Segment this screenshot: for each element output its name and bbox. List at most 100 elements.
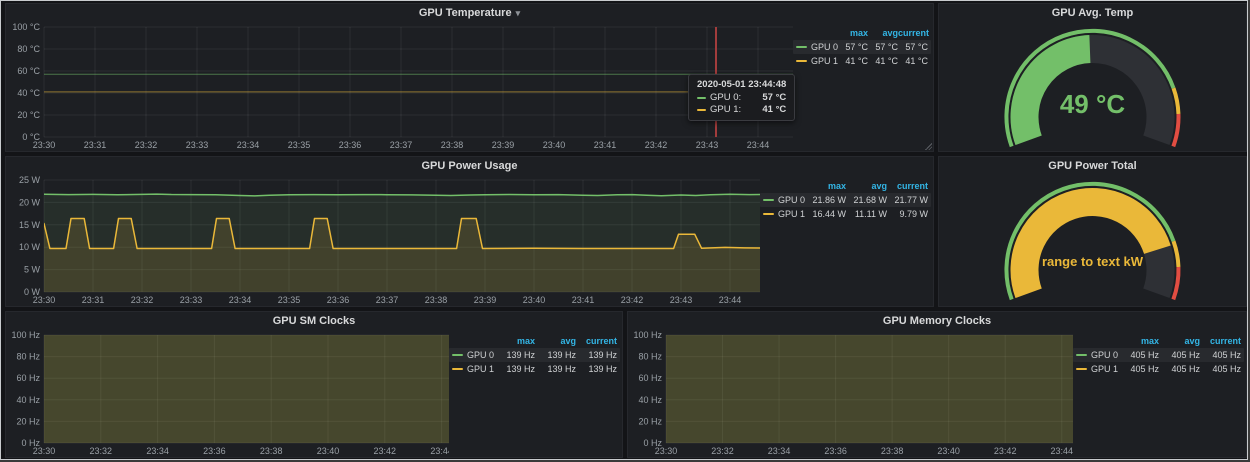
legend-value: 139 Hz xyxy=(576,364,617,374)
legend-value: 21.86 W xyxy=(805,195,846,205)
avg-temp-gauge: 49 °C xyxy=(940,20,1245,152)
panel-title-text: GPU SM Clocks xyxy=(273,315,356,327)
x-axis-labels: 23:3023:3123:3223:3323:3423:3523:3623:37… xyxy=(33,140,770,150)
svg-text:60 °C: 60 °C xyxy=(17,66,40,76)
series-fills xyxy=(44,329,449,443)
panel-title-gpu-avg-temp[interactable]: GPU Avg. Temp xyxy=(939,7,1246,19)
svg-text:23:36: 23:36 xyxy=(327,295,350,305)
panel-title-text: GPU Memory Clocks xyxy=(883,315,991,327)
series-color-dash xyxy=(452,354,463,356)
panel-title-text: GPU Power Total xyxy=(1048,160,1136,172)
panel-title-text: GPU Avg. Temp xyxy=(1052,7,1134,19)
panel-gpu-temperature: GPU Temperature▾ 0 °C20 °C40 °C60 °C80 °… xyxy=(5,3,934,152)
legend-header: max xyxy=(1118,336,1159,346)
legend-value: 139 Hz xyxy=(494,350,535,360)
legend-series-toggle[interactable]: GPU 0 xyxy=(796,42,838,52)
svg-text:23:40: 23:40 xyxy=(523,295,546,305)
legend-series-toggle[interactable]: GPU 0 xyxy=(1076,350,1118,360)
svg-text:20 Hz: 20 Hz xyxy=(16,416,40,426)
svg-text:80 °C: 80 °C xyxy=(17,44,40,54)
legend-header-row: maxavgcurrent xyxy=(1073,334,1244,348)
panel-gpu-power-usage: GPU Power Usage 0 W5 W10 W15 W20 W25 W23… xyxy=(5,156,934,307)
panel-title-gpu-power-total[interactable]: GPU Power Total xyxy=(939,160,1246,172)
svg-text:80 Hz: 80 Hz xyxy=(638,352,662,362)
power-usage-chart[interactable]: 0 W5 W10 W15 W20 W25 W23:3023:3123:3223:… xyxy=(8,174,760,307)
legend-header: max xyxy=(805,181,846,191)
panel-title-gpu-power-usage[interactable]: GPU Power Usage xyxy=(6,160,933,172)
svg-text:23:39: 23:39 xyxy=(492,140,515,150)
svg-text:23:41: 23:41 xyxy=(594,140,617,150)
grafana-dashboard: GPU Temperature▾ 0 °C20 °C40 °C60 °C80 °… xyxy=(0,0,1248,460)
svg-text:5 W: 5 W xyxy=(24,265,41,275)
svg-text:40 Hz: 40 Hz xyxy=(16,395,40,405)
svg-text:23:34: 23:34 xyxy=(146,446,169,456)
svg-text:23:32: 23:32 xyxy=(90,446,113,456)
svg-text:20 W: 20 W xyxy=(19,197,41,207)
memory-clocks-chart[interactable]: 0 Hz20 Hz40 Hz60 Hz80 Hz100 Hz23:3023:32… xyxy=(630,329,1073,458)
legend-row: GPU 0405 Hz405 Hz405 Hz xyxy=(1073,348,1244,362)
legend-series-toggle[interactable]: GPU 1 xyxy=(763,209,805,219)
panel-title-gpu-temperature[interactable]: GPU Temperature▾ xyxy=(6,7,933,19)
sm-clocks-legend: maxavgcurrentGPU 0139 Hz139 Hz139 HzGPU … xyxy=(449,329,620,456)
legend-value: 405 Hz xyxy=(1118,350,1159,360)
legend-series-toggle[interactable]: GPU 0 xyxy=(452,350,494,360)
svg-text:100 Hz: 100 Hz xyxy=(11,330,40,340)
legend-value: 57 °C xyxy=(868,42,898,52)
y-axis-labels: 0 °C20 °C40 °C60 °C80 °C100 °C xyxy=(12,22,40,142)
series-color-dash xyxy=(763,213,774,215)
svg-text:23:43: 23:43 xyxy=(670,295,693,305)
svg-text:23:38: 23:38 xyxy=(441,140,464,150)
svg-text:23:44: 23:44 xyxy=(747,140,770,150)
temperature-chart[interactable]: 0 °C20 °C40 °C60 °C80 °C100 °C23:3023:31… xyxy=(8,21,793,152)
svg-text:23:42: 23:42 xyxy=(374,446,397,456)
svg-text:23:41: 23:41 xyxy=(572,295,595,305)
legend-series-toggle[interactable]: GPU 1 xyxy=(1076,364,1118,374)
power-usage-legend: maxavgcurrentGPU 021.86 W21.68 W21.77 WG… xyxy=(760,174,931,305)
chevron-down-icon: ▾ xyxy=(516,8,521,18)
tooltip-row: GPU 1:41 °C xyxy=(697,104,786,115)
svg-text:60 Hz: 60 Hz xyxy=(16,373,40,383)
panel-title-gpu-sm-clocks[interactable]: GPU SM Clocks xyxy=(6,315,622,327)
temperature-legend: maxavgcurrentGPU 057 °C57 °C57 °CGPU 141… xyxy=(793,21,931,150)
svg-text:23:40: 23:40 xyxy=(317,446,340,456)
legend-header: max xyxy=(494,336,535,346)
svg-text:23:30: 23:30 xyxy=(655,446,678,456)
y-axis-labels: 0 W5 W10 W15 W20 W25 W xyxy=(19,175,41,297)
legend-value: 41 °C xyxy=(868,56,898,66)
series-fills xyxy=(666,329,1073,443)
legend-series-toggle[interactable]: GPU 0 xyxy=(763,195,805,205)
panel-title-gpu-memory-clocks[interactable]: GPU Memory Clocks xyxy=(628,315,1246,327)
svg-text:23:34: 23:34 xyxy=(229,295,252,305)
svg-text:80 Hz: 80 Hz xyxy=(16,352,40,362)
svg-text:23:32: 23:32 xyxy=(135,140,158,150)
legend-value: 9.79 W xyxy=(887,209,928,219)
legend-series-toggle[interactable]: GPU 1 xyxy=(796,56,838,66)
legend-value: 57 °C xyxy=(898,42,928,52)
svg-text:23:36: 23:36 xyxy=(203,446,226,456)
x-axis-labels: 23:3023:3223:3423:3623:3823:4023:4223:44 xyxy=(33,446,449,456)
legend-value: 405 Hz xyxy=(1159,364,1200,374)
svg-text:23:32: 23:32 xyxy=(711,446,734,456)
gauge-value: 49 °C xyxy=(1060,89,1126,119)
svg-text:60 Hz: 60 Hz xyxy=(638,373,662,383)
legend-value: 139 Hz xyxy=(535,364,576,374)
svg-text:23:42: 23:42 xyxy=(621,295,644,305)
svg-text:23:44: 23:44 xyxy=(1050,446,1073,456)
legend-value: 41 °C xyxy=(838,56,868,66)
series-color-dash xyxy=(697,97,706,99)
panel-resize-handle[interactable] xyxy=(925,143,932,150)
svg-text:23:34: 23:34 xyxy=(768,446,791,456)
legend-header: max xyxy=(838,28,868,38)
legend-value: 57 °C xyxy=(838,42,868,52)
chart-tooltip: 2020-05-01 23:44:48 GPU 0:57 °CGPU 1:41 … xyxy=(688,74,795,121)
legend-value: 405 Hz xyxy=(1159,350,1200,360)
legend-value: 41 °C xyxy=(898,56,928,66)
sm-clocks-chart[interactable]: 0 Hz20 Hz40 Hz60 Hz80 Hz100 Hz23:3023:32… xyxy=(8,329,449,458)
panel-gpu-sm-clocks: GPU SM Clocks 0 Hz20 Hz40 Hz60 Hz80 Hz10… xyxy=(5,311,623,458)
gauge-fill xyxy=(1025,202,1158,293)
legend-series-toggle[interactable]: GPU 1 xyxy=(452,364,494,374)
svg-text:23:40: 23:40 xyxy=(543,140,566,150)
svg-text:20 Hz: 20 Hz xyxy=(638,416,662,426)
svg-text:23:35: 23:35 xyxy=(288,140,311,150)
legend-row: GPU 116.44 W11.11 W9.79 W xyxy=(760,207,931,221)
